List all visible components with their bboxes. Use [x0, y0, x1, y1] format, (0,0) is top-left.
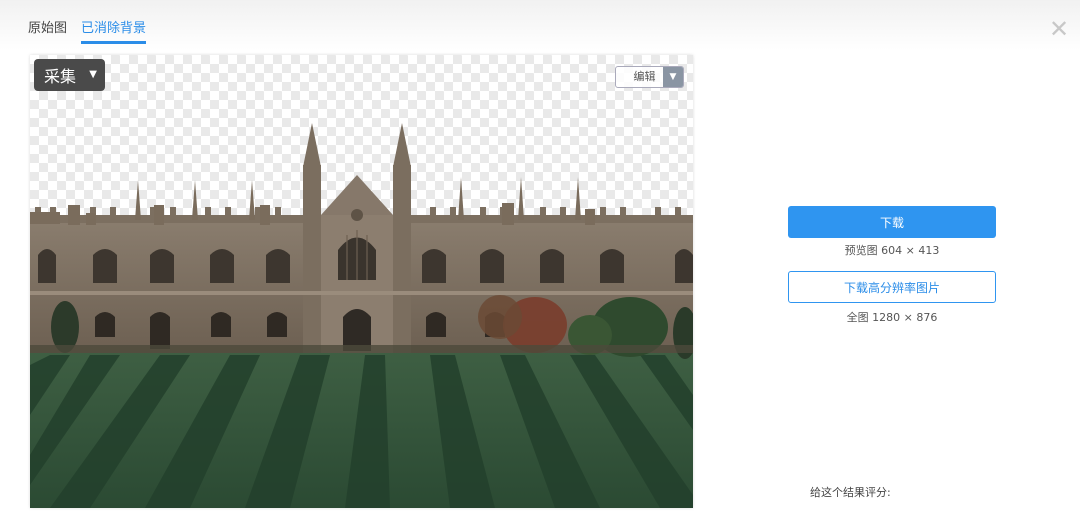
- building-image: [30, 123, 693, 508]
- chevron-down-icon: ▼: [89, 69, 97, 80]
- result-image-canvas: [30, 55, 693, 508]
- download-button[interactable]: 下载: [788, 206, 996, 238]
- tab-background-removed[interactable]: 已消除背景: [81, 20, 147, 44]
- edit-label: 编辑: [633, 70, 656, 83]
- close-icon[interactable]: ✕: [1046, 16, 1072, 42]
- collect-label: 采集: [44, 67, 77, 86]
- tab-original[interactable]: 原始图: [28, 20, 67, 44]
- chevron-down-icon[interactable]: ▼: [663, 67, 683, 87]
- preview-size-info: 预览图 604 × 413: [844, 244, 940, 257]
- rating-label: 给这个结果评分:: [810, 486, 891, 499]
- download-hd-button[interactable]: 下载高分辨率图片: [788, 271, 996, 303]
- full-size-info: 全图 1280 × 876: [846, 311, 938, 324]
- view-tabs: 原始图 已消除背景: [28, 20, 147, 44]
- collect-button[interactable]: 采集 ▼: [34, 59, 105, 91]
- top-bar: [0, 0, 1080, 50]
- edit-button[interactable]: 编辑 ▼: [615, 66, 684, 88]
